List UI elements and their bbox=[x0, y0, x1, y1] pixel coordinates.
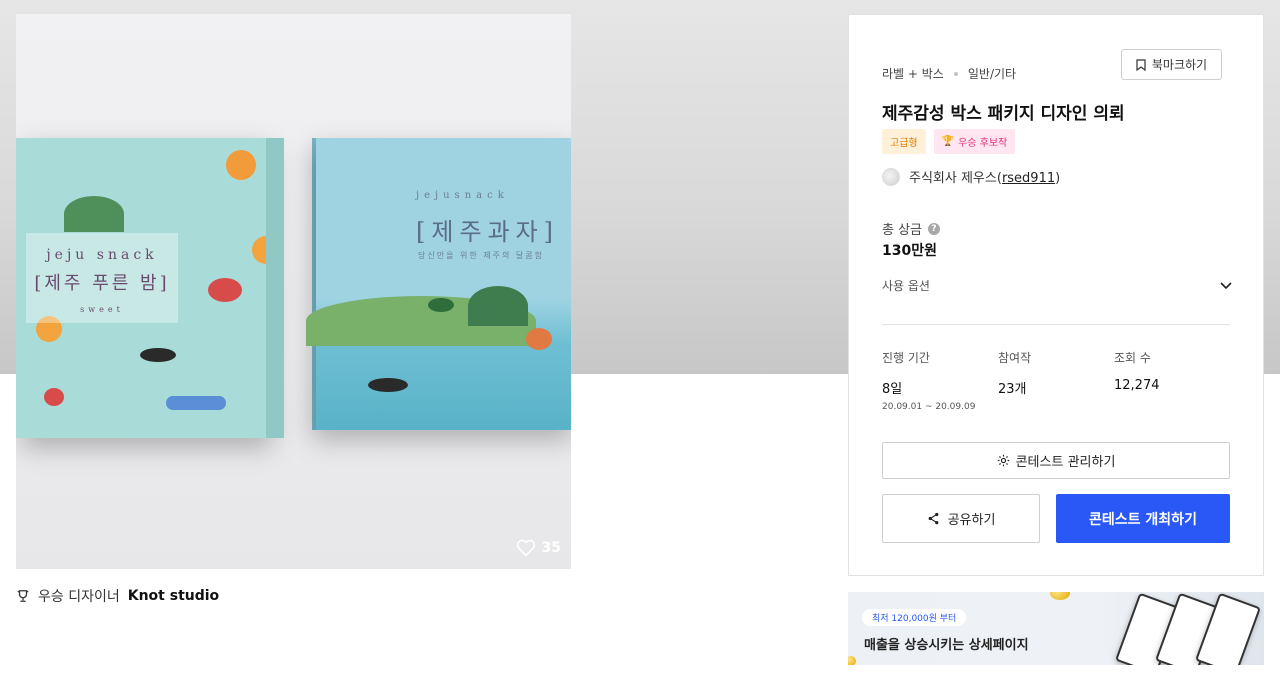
views-label: 조회 수 bbox=[1114, 351, 1151, 365]
prize-label: 총 상금 ? bbox=[882, 219, 941, 238]
promo-banner[interactable]: 최저 120,000원 부터 매출을 상승시키는 상세페이지 bbox=[848, 592, 1264, 665]
winner-designer: 우승 디자이너 Knot studio bbox=[16, 586, 219, 606]
duration-label: 진행 기간 bbox=[882, 351, 930, 365]
right-box-line2: [제주과자] bbox=[416, 218, 560, 246]
left-box-line3: sweet bbox=[80, 305, 124, 314]
right-package-box: jejusnack [제주과자] 당신만을 위한 제주의 달콤함 bbox=[306, 138, 571, 430]
options-label: 사용 옵션 bbox=[882, 279, 930, 293]
entries-value: 23개 bbox=[998, 382, 1027, 397]
mountain-illustration bbox=[468, 286, 528, 326]
stat-duration: 진행 기간 8일 20.09.01 ~ 20.09.09 bbox=[882, 349, 975, 412]
category-breadcrumb: 라벨 + 박스 일반/기타 bbox=[882, 65, 1016, 82]
promo-headline: 매출을 상승시키는 상세페이지 bbox=[864, 638, 1029, 653]
diver-illustration bbox=[368, 378, 408, 392]
palm-illustration bbox=[428, 298, 454, 312]
like-button[interactable]: 35 bbox=[516, 539, 561, 557]
diver-illustration bbox=[140, 348, 176, 362]
prize-value: 130만원 bbox=[882, 243, 937, 259]
flower-illustration bbox=[526, 328, 552, 350]
contest-image[interactable]: jeju snack [제주 푸른 밤] sweet jejusnack [제주… bbox=[16, 14, 571, 569]
duration-dates: 20.09.01 ~ 20.09.09 bbox=[882, 402, 976, 412]
views-value: 12,274 bbox=[1114, 378, 1160, 393]
coin-illustration bbox=[848, 656, 856, 665]
share-label: 공유하기 bbox=[947, 513, 996, 528]
subcategory[interactable]: 일반/기타 bbox=[968, 65, 1016, 82]
candidate-tag: 🏆 우승 후보작 bbox=[933, 129, 1016, 154]
manage-label: 콘테스트 관리하기 bbox=[1015, 455, 1116, 470]
candidate-tag-label: 우승 후보작 bbox=[958, 138, 1008, 149]
right-box-line3: 당신만을 위한 제주의 달콤함 bbox=[418, 251, 544, 260]
promo-pill: 최저 120,000원 부터 bbox=[862, 609, 967, 626]
prize-label-text: 총 상금 bbox=[882, 223, 923, 238]
duration-value: 8일 bbox=[882, 382, 903, 397]
left-package-box: jeju snack [제주 푸른 밤] sweet bbox=[16, 138, 280, 438]
host-contest-button[interactable]: 콘테스트 개최하기 bbox=[1056, 494, 1230, 543]
trophy-icon bbox=[17, 590, 29, 602]
help-icon[interactable]: ? bbox=[928, 222, 941, 235]
gear-icon bbox=[997, 454, 1009, 467]
wave-illustration bbox=[166, 396, 226, 410]
manage-contest-button[interactable]: 콘테스트 관리하기 bbox=[882, 442, 1230, 479]
stat-entries: 참여작 23개 bbox=[998, 349, 1031, 397]
bookmark-button[interactable]: 북마크하기 bbox=[1121, 49, 1222, 80]
avatar bbox=[882, 167, 900, 186]
premium-tag: 고급형 bbox=[882, 129, 926, 154]
host-name: 주식회사 제우스 bbox=[909, 171, 997, 186]
share-button[interactable]: 공유하기 bbox=[882, 494, 1040, 543]
winner-name[interactable]: Knot studio bbox=[128, 588, 219, 604]
flower-illustration bbox=[208, 278, 242, 302]
contest-info-panel: 라벨 + 박스 일반/기타 북마크하기 제주감성 박스 패키지 디자인 의뢰 고… bbox=[848, 14, 1264, 576]
left-box-label: jeju snack [제주 푸른 밤] sweet bbox=[26, 233, 178, 323]
flower-illustration bbox=[44, 388, 64, 406]
bookmark-label: 북마크하기 bbox=[1151, 58, 1208, 72]
share-icon bbox=[928, 512, 938, 525]
coin-illustration bbox=[1050, 592, 1070, 600]
options-dropdown[interactable]: 사용 옵션 bbox=[882, 277, 1232, 294]
tag-list: 고급형 🏆 우승 후보작 bbox=[882, 129, 1016, 154]
divider bbox=[882, 324, 1230, 325]
entries-label: 참여작 bbox=[998, 351, 1032, 365]
like-count: 35 bbox=[541, 540, 561, 556]
category[interactable]: 라벨 + 박스 bbox=[882, 65, 944, 82]
separator-dot bbox=[953, 71, 958, 76]
contest-title: 제주감성 박스 패키지 디자인 의뢰 bbox=[882, 104, 1125, 124]
left-box-side bbox=[266, 138, 284, 438]
host-id[interactable]: rsed911 bbox=[1002, 171, 1055, 186]
bookmark-icon bbox=[1136, 58, 1146, 71]
mountain-illustration bbox=[64, 196, 124, 232]
stat-views: 조회 수 12,274 bbox=[1114, 349, 1160, 393]
orange-illustration bbox=[226, 150, 256, 180]
left-box-line1: jeju snack bbox=[46, 247, 158, 263]
winner-prefix: 우승 디자이너 bbox=[38, 589, 120, 605]
right-box-line1: jejusnack bbox=[416, 190, 509, 201]
left-box-line2: [제주 푸른 밤] bbox=[34, 273, 170, 294]
host-info[interactable]: 주식회사 제우스(rsed911) bbox=[882, 167, 1060, 186]
heart-icon bbox=[516, 539, 535, 557]
trophy-icon: 🏆 bbox=[941, 136, 955, 147]
chevron-down-icon bbox=[1220, 281, 1232, 289]
